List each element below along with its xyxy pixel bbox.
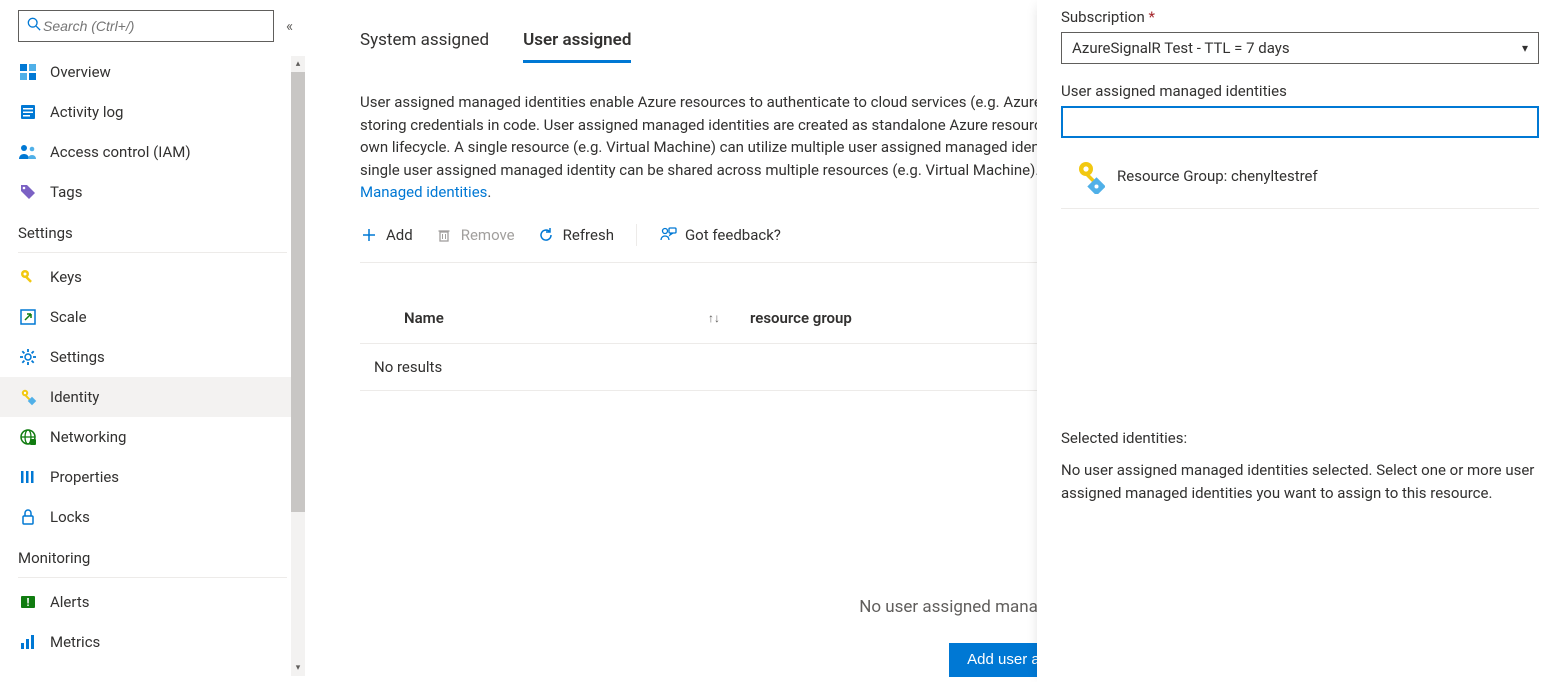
sidebar-section-settings-heading: Settings <box>0 212 305 246</box>
sidebar-item-alerts[interactable]: ! Alerts <box>0 582 305 622</box>
resource-group-row[interactable]: Resource Group: chenyltestref <box>1061 156 1539 209</box>
networking-icon <box>18 427 38 447</box>
scroll-thumb[interactable] <box>291 72 305 512</box>
metrics-icon <box>18 632 38 652</box>
lock-icon <box>18 507 38 527</box>
search-box[interactable] <box>18 10 274 42</box>
sidebar-scrollbar[interactable]: ▴ ▾ <box>291 56 305 676</box>
refresh-button[interactable]: Refresh <box>537 226 614 244</box>
sidebar-item-properties[interactable]: Properties <box>0 457 305 497</box>
sidebar-item-label: Overview <box>50 63 111 81</box>
sidebar-item-keys[interactable]: Keys <box>0 257 305 297</box>
search-row: « <box>0 10 305 52</box>
sidebar-item-tags[interactable]: Tags <box>0 172 305 212</box>
subscription-value: AzureSignalR Test - TTL = 7 days <box>1072 39 1290 57</box>
description-period: . <box>487 183 491 201</box>
sidebar-item-label: Tags <box>50 183 82 201</box>
sort-icon[interactable]: ↑↓ <box>708 311 720 325</box>
scroll-up-arrow[interactable]: ▴ <box>291 56 305 72</box>
identity-key-icon <box>1075 160 1103 192</box>
identities-search-input[interactable] <box>1061 106 1539 138</box>
activity-log-icon <box>18 102 38 122</box>
feedback-label: Got feedback? <box>685 226 781 244</box>
gear-icon <box>18 347 38 367</box>
search-icon <box>27 17 41 35</box>
plus-icon <box>360 226 378 244</box>
keys-icon <box>18 267 38 287</box>
subscription-select[interactable]: AzureSignalR Test - TTL = 7 days ▾ <box>1061 32 1539 64</box>
sidebar-item-scale[interactable]: Scale <box>0 297 305 337</box>
sidebar-item-label: Scale <box>50 308 87 326</box>
sidebar-item-label: Access control (IAM) <box>50 143 191 161</box>
trash-icon <box>435 226 453 244</box>
alerts-icon: ! <box>18 592 38 612</box>
feedback-button[interactable]: Got feedback? <box>659 226 781 244</box>
identities-label: User assigned managed identities <box>1061 82 1539 100</box>
sidebar-item-activity-log[interactable]: Activity log <box>0 92 305 132</box>
add-label: Add <box>386 226 413 244</box>
sidebar-item-locks[interactable]: Locks <box>0 497 305 537</box>
feedback-icon <box>659 226 677 244</box>
collapse-sidebar-button[interactable]: « <box>286 17 293 35</box>
sidebar-item-label: Metrics <box>50 633 100 651</box>
tags-icon <box>18 182 38 202</box>
sidebar-item-label: Properties <box>50 468 119 486</box>
selected-identities-heading: Selected identities: <box>1061 429 1539 447</box>
resource-group-name: chenyltestref <box>1231 167 1318 185</box>
sidebar-item-label: Settings <box>50 348 105 366</box>
refresh-icon <box>537 226 555 244</box>
add-identity-panel: Subscription * AzureSignalR Test - TTL =… <box>1037 0 1557 682</box>
sidebar-section-monitoring-heading: Monitoring <box>0 537 305 571</box>
sidebar-item-label: Identity <box>50 388 99 406</box>
remove-button: Remove <box>435 226 515 244</box>
sidebar-item-networking[interactable]: Networking <box>0 417 305 457</box>
tab-user-assigned[interactable]: User assigned <box>523 30 631 63</box>
chevron-down-icon: ▾ <box>1522 41 1528 55</box>
sidebar-item-label: Keys <box>50 268 82 286</box>
properties-icon <box>18 467 38 487</box>
selected-identities-text: No user assigned managed identities sele… <box>1061 459 1539 504</box>
scroll-down-arrow[interactable]: ▾ <box>291 660 305 676</box>
sidebar-item-label: Activity log <box>50 103 123 121</box>
sidebar-item-settings[interactable]: Settings <box>0 337 305 377</box>
resource-group-prefix: Resource Group: <box>1117 167 1231 185</box>
resource-group-text: Resource Group: chenyltestref <box>1117 167 1318 185</box>
refresh-label: Refresh <box>563 226 614 244</box>
column-resource-group-header[interactable]: resource group <box>750 309 852 327</box>
sidebar-item-label: Locks <box>50 508 90 526</box>
column-name-header[interactable]: Name <box>404 309 444 327</box>
divider <box>18 252 287 253</box>
tab-system-assigned[interactable]: System assigned <box>360 30 489 63</box>
divider <box>18 577 287 578</box>
sidebar-item-identity[interactable]: Identity <box>0 377 305 417</box>
toolbar-divider <box>636 224 637 246</box>
no-results-text: No results <box>374 358 442 376</box>
access-control-icon <box>18 142 38 162</box>
overview-icon <box>18 62 38 82</box>
sidebar: « Overview Activity log Access control (… <box>0 0 305 682</box>
search-input[interactable] <box>41 17 265 35</box>
sidebar-item-overview[interactable]: Overview <box>0 52 305 92</box>
identity-icon <box>18 387 38 407</box>
sidebar-item-access-control[interactable]: Access control (IAM) <box>0 132 305 172</box>
sidebar-item-label: Networking <box>50 428 126 446</box>
subscription-label: Subscription * <box>1061 8 1539 26</box>
add-button[interactable]: Add <box>360 226 413 244</box>
svg-text:!: ! <box>27 596 30 609</box>
subscription-label-text: Subscription <box>1061 8 1145 26</box>
sidebar-item-metrics[interactable]: Metrics <box>0 622 305 662</box>
remove-label: Remove <box>461 226 515 244</box>
sidebar-item-label: Alerts <box>50 593 90 611</box>
required-asterisk: * <box>1148 8 1154 26</box>
scale-icon <box>18 307 38 327</box>
